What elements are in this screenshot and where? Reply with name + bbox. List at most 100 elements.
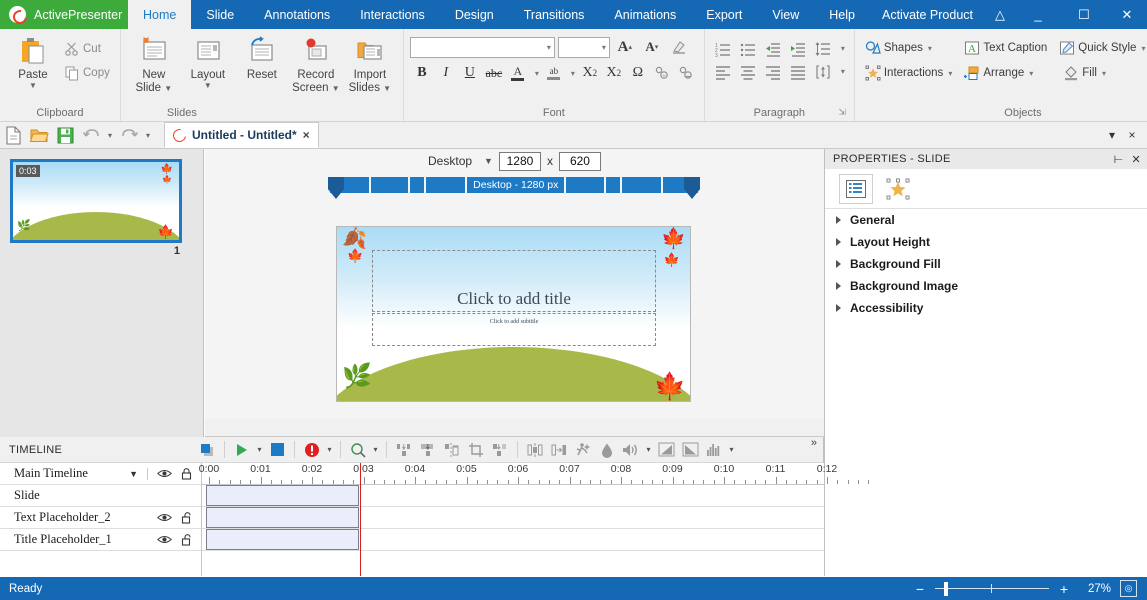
grow-font-button[interactable]: A ▴ — [613, 36, 637, 58]
timeline-clip[interactable] — [206, 485, 359, 506]
copy-button[interactable]: Copy — [60, 62, 114, 84]
show-hide-canvas-button[interactable] — [195, 438, 219, 462]
tab-design[interactable]: Design — [440, 0, 509, 29]
align-justify-icon[interactable] — [786, 60, 811, 83]
volume-dropdown-caret[interactable]: ▾ — [643, 445, 654, 454]
timeline-ruler[interactable]: 0:00 0:01 0:02 0:03 0:04 0:05 0:06 0:07 0:08 0:09… — [199, 463, 870, 485]
increase-char-spacing-icon[interactable]: + — [650, 62, 674, 84]
slide-thumbnail-item[interactable]: 🍂 🍁 🍁 🌿 🍁 0:03 1 — [10, 159, 182, 257]
timeline-clip-row-slide[interactable] — [202, 485, 824, 507]
clear-formatting-icon[interactable] — [667, 36, 691, 58]
record-screen-dropdown-caret[interactable]: ▼ — [332, 84, 340, 93]
align-object-button[interactable] — [547, 438, 571, 462]
align-right-icon[interactable] — [761, 60, 786, 83]
insert-event-button[interactable] — [300, 438, 324, 462]
properties-section-general[interactable]: General — [825, 209, 1147, 231]
pin-icon[interactable]: ⊢ — [1114, 153, 1124, 166]
delete-range-button[interactable] — [440, 438, 464, 462]
arrange-dropdown-caret[interactable]: ▾ — [1029, 69, 1033, 78]
font-size-combo[interactable]: ▾ — [557, 36, 610, 58]
shapes-dropdown-caret[interactable]: ▾ — [928, 44, 932, 53]
canvas-width-input[interactable]: 1280 — [498, 151, 541, 171]
tab-slide[interactable]: Slide — [191, 0, 249, 29]
numbered-list-icon[interactable]: 1 2 3 — [711, 37, 736, 60]
tab-transitions[interactable]: Transitions — [509, 0, 600, 29]
underline-button[interactable]: U — [458, 62, 482, 84]
volume-button[interactable] — [619, 438, 643, 462]
strikethrough-button[interactable]: abc — [482, 62, 506, 84]
line-spacing-dropdown-caret[interactable]: ▾ — [836, 37, 848, 60]
waveform-dropdown-caret[interactable]: ▾ — [726, 445, 737, 454]
highlight-button[interactable]: ab — [542, 62, 566, 84]
tab-view[interactable]: View — [757, 0, 814, 29]
font-color-button[interactable]: A — [506, 62, 530, 84]
minimize-icon[interactable]: _ — [1015, 0, 1061, 29]
undo-icon[interactable] — [78, 123, 104, 147]
properties-section-background-fill[interactable]: Background Fill — [825, 253, 1147, 275]
bold-button[interactable]: B — [410, 62, 434, 84]
tab-interactions[interactable]: Interactions — [345, 0, 440, 29]
fade-in-button[interactable] — [654, 438, 678, 462]
new-slide-dropdown-caret[interactable]: ▼ — [164, 84, 172, 93]
layout-dropdown-caret[interactable]: ▼ — [204, 82, 212, 90]
vertical-align-dropdown-caret[interactable]: ▾ — [836, 60, 848, 83]
timeline-tracks-area[interactable]: 0:00 0:01 0:02 0:03 0:04 0:05 0:06 0:07 0:08 0:09… — [199, 463, 870, 576]
record-screen-button[interactable]: Record Screen ▼ — [289, 32, 343, 95]
panel-menu-icon[interactable]: ▾ — [1103, 128, 1121, 142]
symbol-button[interactable]: Ω — [626, 62, 650, 84]
quick-style-button[interactable]: Quick Style ▾ — [1055, 37, 1147, 59]
play-button[interactable] — [230, 438, 254, 462]
main-timeline-row[interactable]: Main Timeline ▼ — [0, 463, 201, 485]
align-left-icon[interactable] — [711, 60, 736, 83]
interactions-button[interactable]: Interactions ▾ — [861, 62, 956, 84]
lock-closed-icon[interactable] — [181, 467, 192, 480]
timeline-playhead[interactable] — [360, 463, 361, 576]
increase-indent-icon[interactable] — [786, 37, 811, 60]
arrange-button[interactable]: Arrange ▾ — [960, 62, 1051, 84]
play-dropdown-caret[interactable]: ▾ — [254, 445, 265, 454]
zoom-slider-knob[interactable] — [944, 581, 948, 596]
fit-to-window-icon[interactable]: ◎ — [1120, 580, 1137, 597]
waveform-button[interactable] — [702, 438, 726, 462]
eye-icon[interactable] — [157, 512, 172, 523]
slide-thumbnail[interactable]: 🍂 🍁 🍁 🌿 🍁 0:03 — [10, 159, 182, 243]
slide-stage[interactable]: 🍂 🍁 🍁 🍁 🌿 🍁 Click to add title Click to … — [336, 226, 691, 402]
highlight-dropdown-caret[interactable]: ▾ — [566, 62, 578, 84]
insert-time-button[interactable] — [392, 438, 416, 462]
subtitle-placeholder[interactable]: Click to add subtitle — [372, 313, 656, 346]
text-caption-button[interactable]: A Text Caption — [960, 37, 1051, 59]
eye-icon[interactable] — [157, 534, 172, 545]
zoom-in-button[interactable]: + — [1058, 581, 1070, 597]
timeline-track-text-placeholder-2[interactable]: Text Placeholder_2 — [0, 507, 201, 529]
zoom-timeline-button[interactable] — [346, 438, 370, 462]
italic-button[interactable]: I — [434, 62, 458, 84]
shrink-font-button[interactable]: A ▾ — [640, 36, 664, 58]
timeline-overflow-button[interactable]: » — [811, 437, 823, 449]
document-tab-close-icon[interactable]: × — [303, 128, 310, 142]
reset-button[interactable]: Reset — [235, 32, 289, 82]
new-slide-button[interactable]: New Slide ▼ — [127, 32, 181, 95]
fill-dropdown-caret[interactable]: ▾ — [1102, 69, 1106, 78]
slide-list-panel[interactable]: 🍂 🍁 🍁 🌿 🍁 0:03 1 — [0, 149, 204, 437]
paste-dropdown-caret[interactable]: ▼ — [29, 82, 37, 90]
properties-section-background-image[interactable]: Background Image — [825, 275, 1147, 297]
shapes-button[interactable]: Shapes ▾ — [861, 37, 956, 59]
title-placeholder[interactable]: Click to add title — [372, 250, 656, 312]
font-name-combo[interactable]: ▾ — [409, 36, 555, 58]
activate-product-link[interactable]: Activate Product — [870, 0, 985, 29]
undo-dropdown-caret[interactable]: ▾ — [104, 131, 116, 140]
fade-out-button[interactable] — [678, 438, 702, 462]
expand-object-button[interactable] — [523, 438, 547, 462]
properties-section-accessibility[interactable]: Accessibility — [825, 297, 1147, 319]
timeline-track-slide[interactable]: Slide — [0, 485, 201, 507]
bulleted-list-icon[interactable] — [736, 37, 761, 60]
import-slides-dropdown-caret[interactable]: ▼ — [383, 84, 391, 93]
zoom-timeline-dropdown-caret[interactable]: ▾ — [370, 445, 381, 454]
zoom-slider[interactable] — [935, 581, 1049, 596]
layout-button[interactable]: Layout ▼ — [181, 32, 235, 90]
slide-properties-tab[interactable] — [839, 173, 873, 204]
breakpoint-handle-right[interactable] — [684, 177, 700, 199]
delete-time-button[interactable] — [416, 438, 440, 462]
paste-button[interactable]: Paste ▼ — [6, 32, 60, 90]
droplet-button[interactable] — [595, 438, 619, 462]
